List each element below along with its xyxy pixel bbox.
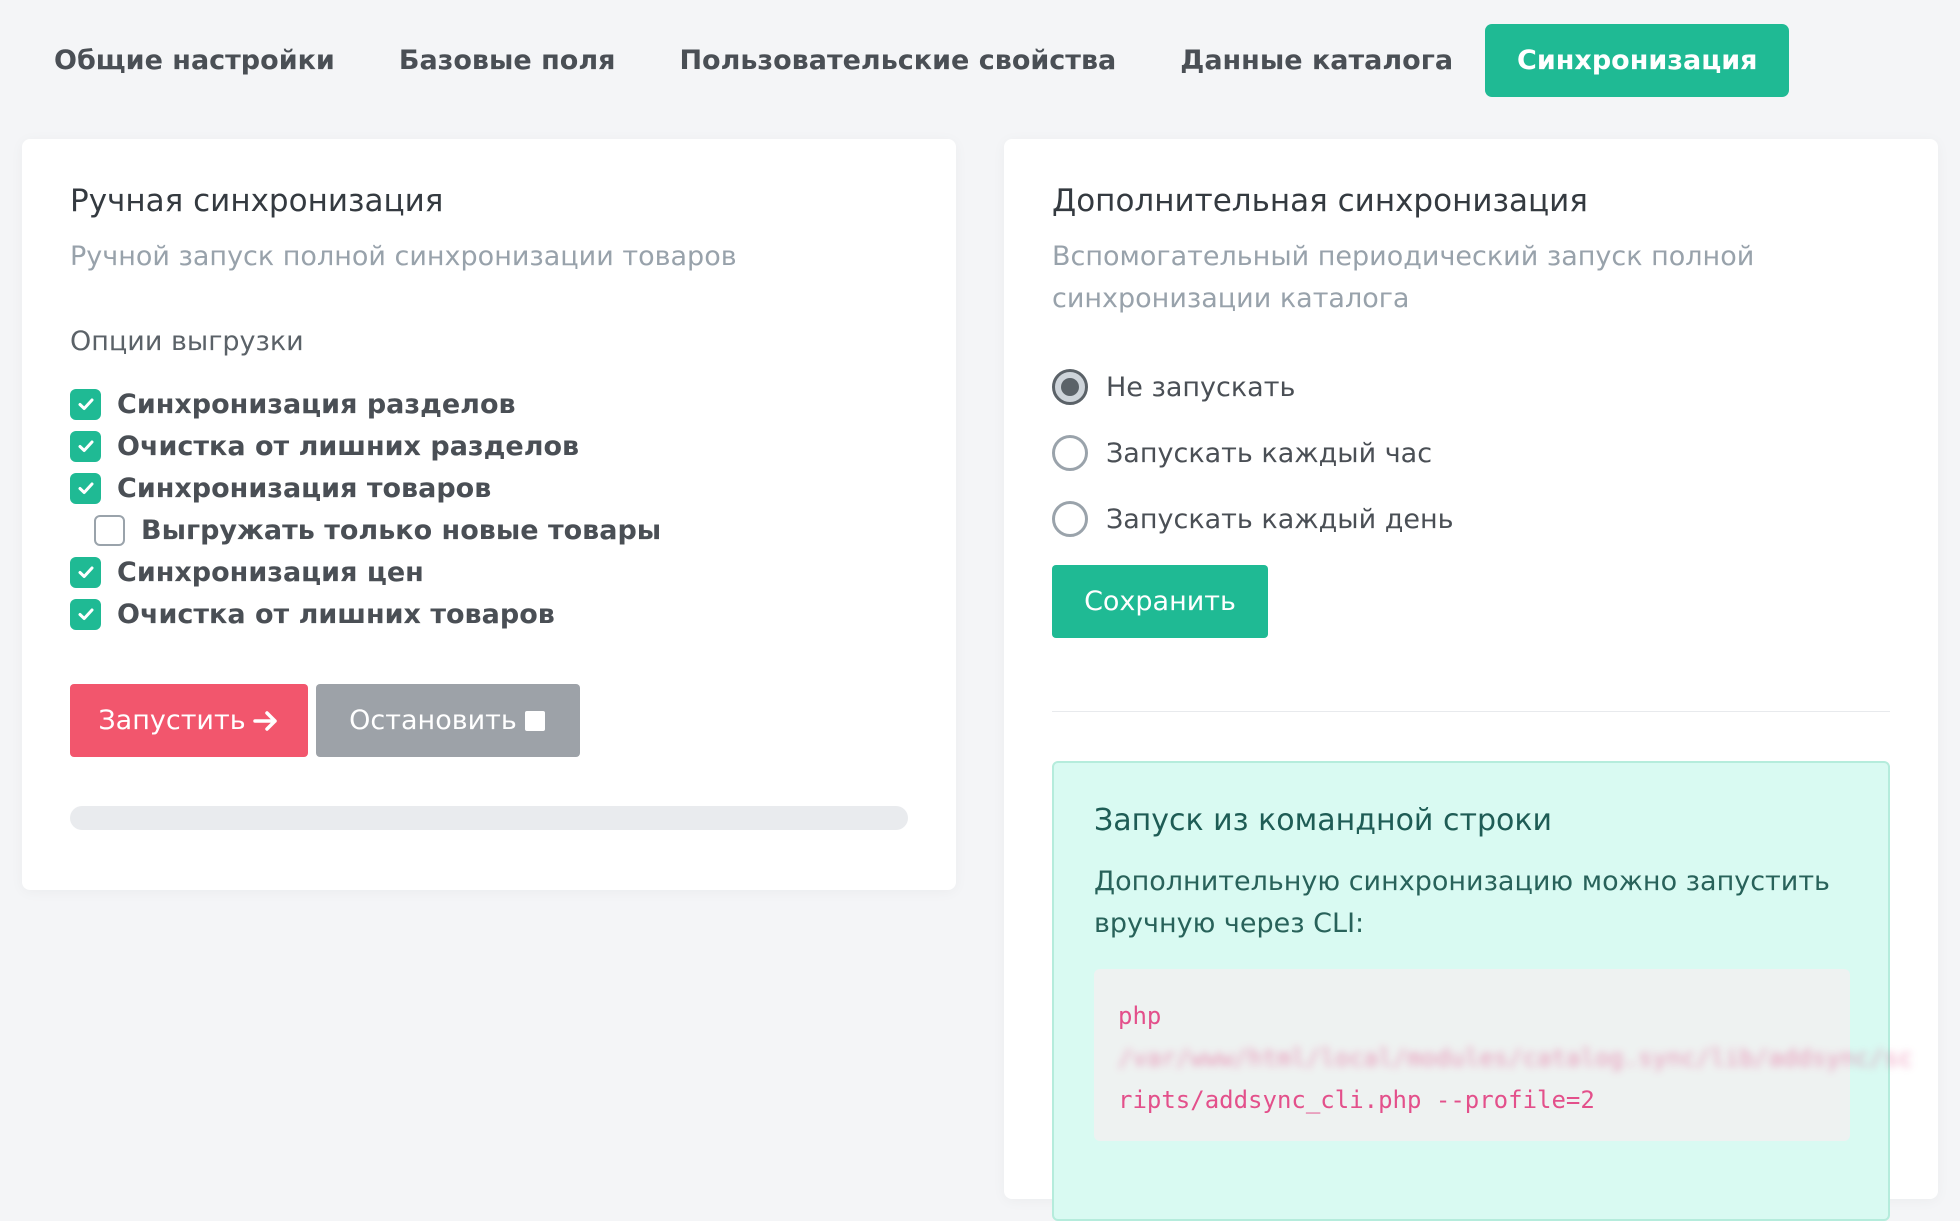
additional-sync-card: Дополнительная синхронизация Вспомогател… bbox=[1004, 139, 1938, 1221]
manual-sync-subtitle: Ручной запуск полной синхронизации товар… bbox=[70, 241, 737, 272]
option-label: Очистка от лишних разделов bbox=[117, 430, 580, 462]
option-label: Выгружать только новые товары bbox=[141, 514, 662, 546]
code-line-redacted: /var/www/html/local/modules/catalog.sync… bbox=[1118, 1044, 1913, 1072]
tab-custom-properties[interactable]: Пользовательские свойства bbox=[647, 24, 1148, 97]
divider bbox=[1052, 711, 1890, 712]
checkbox-sync-prices[interactable] bbox=[70, 556, 101, 588]
checkmark-icon bbox=[78, 440, 93, 452]
code-line: php bbox=[1118, 1002, 1162, 1030]
cli-description: Дополнительную синхронизацию можно запус… bbox=[1094, 866, 1830, 939]
option-clean-products[interactable]: Очистка от лишних товаров bbox=[70, 594, 555, 634]
radio-selected-dot bbox=[1061, 378, 1079, 396]
option-label: Очистка от лишних товаров bbox=[117, 598, 555, 630]
options-label: Опции выгрузки bbox=[70, 326, 304, 357]
cli-command-code[interactable]: php /var/www/html/local/modules/catalog.… bbox=[1094, 969, 1913, 1141]
option-label: Синхронизация цен bbox=[117, 556, 424, 588]
manual-sync-card: Ручная синхронизация Ручной запуск полно… bbox=[22, 139, 956, 890]
tab-base-fields[interactable]: Базовые поля bbox=[367, 24, 648, 97]
checkbox-only-new-products[interactable] bbox=[94, 514, 125, 546]
start-button-label: Запустить bbox=[98, 705, 246, 736]
radio-daily[interactable]: Запускать каждый день bbox=[1052, 497, 1454, 541]
tab-catalog-data[interactable]: Данные каталога bbox=[1148, 24, 1485, 97]
code-line: ripts/addsync_cli.php --profile=2 bbox=[1118, 1086, 1595, 1114]
option-label: Синхронизация разделов bbox=[117, 388, 516, 420]
radio-hourly[interactable]: Запускать каждый час bbox=[1052, 431, 1432, 475]
radio-label: Запускать каждый день bbox=[1106, 503, 1454, 535]
start-button[interactable]: Запустить bbox=[70, 684, 308, 757]
stop-square-icon bbox=[523, 709, 547, 733]
checkbox-sync-products[interactable] bbox=[70, 472, 101, 504]
checkmark-icon bbox=[78, 608, 93, 620]
option-clean-sections[interactable]: Очистка от лишних разделов bbox=[70, 426, 579, 466]
tab-bar: Общие настройки Базовые поля Пользовател… bbox=[22, 24, 1790, 97]
checkmark-icon bbox=[78, 566, 93, 578]
sync-progress-bar bbox=[70, 806, 908, 830]
additional-sync-title: Дополнительная синхронизация bbox=[1052, 183, 1588, 219]
radio-button-daily[interactable] bbox=[1052, 501, 1088, 537]
checkbox-clean-products[interactable] bbox=[70, 598, 101, 630]
tab-sync[interactable]: Синхронизация bbox=[1485, 24, 1790, 97]
additional-sync-subtitle: Вспомогательный периодический запуск пол… bbox=[1052, 241, 1755, 314]
radio-button-no-run[interactable] bbox=[1052, 369, 1088, 405]
option-only-new-products[interactable]: Выгружать только новые товары bbox=[94, 510, 661, 550]
cli-title: Запуск из командной строки bbox=[1094, 803, 1552, 838]
radio-no-run[interactable]: Не запускать bbox=[1052, 365, 1295, 409]
arrow-right-icon bbox=[252, 709, 280, 733]
checkmark-icon bbox=[78, 398, 93, 410]
manual-sync-title: Ручная синхронизация bbox=[70, 183, 444, 219]
cli-info-box: Запуск из командной строки Дополнительну… bbox=[1052, 761, 1913, 1221]
radio-button-hourly[interactable] bbox=[1052, 435, 1088, 471]
save-button-label: Сохранить bbox=[1084, 586, 1236, 617]
option-sync-products[interactable]: Синхронизация товаров bbox=[70, 468, 491, 508]
save-button[interactable]: Сохранить bbox=[1052, 565, 1268, 638]
stop-button-label: Остановить bbox=[349, 705, 517, 736]
checkbox-clean-sections[interactable] bbox=[70, 430, 101, 462]
checkmark-icon bbox=[78, 482, 93, 494]
stop-button[interactable]: Остановить bbox=[316, 684, 580, 757]
checkbox-sync-sections[interactable] bbox=[70, 388, 101, 420]
radio-label: Запускать каждый час bbox=[1106, 437, 1433, 469]
option-label: Синхронизация товаров bbox=[117, 472, 492, 504]
tab-general-settings[interactable]: Общие настройки bbox=[22, 24, 367, 97]
option-sync-sections[interactable]: Синхронизация разделов bbox=[70, 384, 516, 424]
option-sync-prices[interactable]: Синхронизация цен bbox=[70, 552, 424, 592]
radio-label: Не запускать bbox=[1106, 371, 1296, 403]
